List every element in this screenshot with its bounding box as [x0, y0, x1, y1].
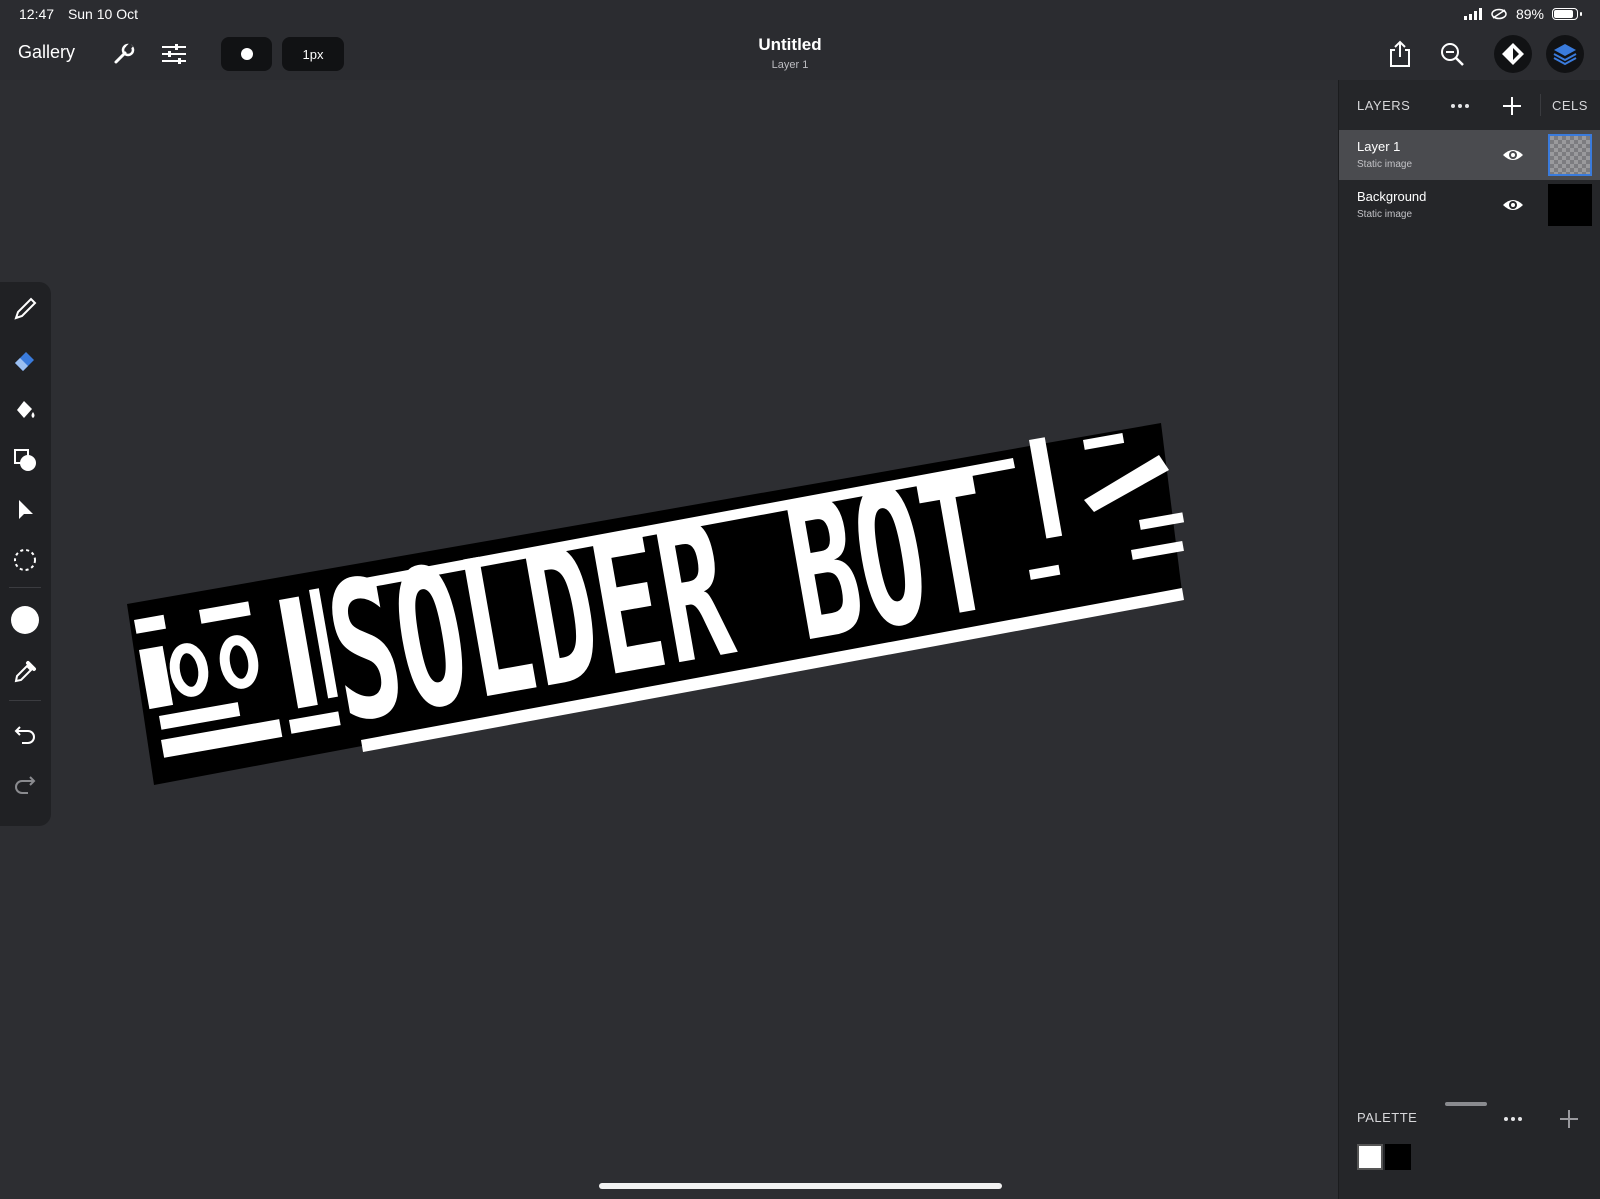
pencil-icon	[14, 297, 37, 320]
eyedropper-icon	[14, 661, 36, 683]
visibility-eye-icon[interactable]	[1502, 195, 1524, 215]
rail-divider	[9, 700, 41, 701]
document-title[interactable]: Untitled	[0, 35, 1580, 55]
shapes-tool[interactable]	[7, 442, 43, 478]
rail-divider	[9, 587, 41, 588]
layers-more-button[interactable]	[1448, 96, 1472, 116]
home-indicator[interactable]	[599, 1183, 1002, 1189]
status-right: 89%	[1463, 6, 1582, 22]
pencil-tool[interactable]	[7, 291, 43, 327]
undo-icon	[14, 726, 35, 744]
diamond-icon	[1502, 43, 1524, 65]
paint-bucket-icon	[17, 401, 35, 418]
battery-percent: 89%	[1515, 6, 1544, 22]
selection-tool[interactable]	[7, 542, 43, 578]
shapes-icon	[14, 449, 36, 471]
cursor-arrow-icon	[19, 500, 33, 519]
status-left: 12:47 Sun 10 Oct	[19, 6, 148, 22]
tool-rail	[0, 282, 51, 826]
layer-row[interactable]: Layer 1 Static image	[1339, 130, 1600, 180]
add-layer-icon[interactable]	[1500, 94, 1524, 118]
color-picker-button[interactable]	[7, 602, 43, 638]
eraser-icon	[15, 352, 34, 371]
layers-panel: LAYERS CELS Layer 1 Static image Backgro…	[1338, 80, 1600, 1199]
transform-button[interactable]	[1494, 35, 1532, 73]
share-icon[interactable]	[1386, 40, 1414, 68]
cels-tab[interactable]: CELS	[1552, 98, 1588, 113]
layer-name: Background	[1357, 189, 1427, 204]
zoom-out-icon[interactable]	[1438, 40, 1466, 68]
layer-name: Layer 1	[1357, 139, 1401, 154]
undo-button[interactable]	[7, 714, 43, 750]
document-subtitle: Layer 1	[771, 59, 809, 71]
eyedropper-tool[interactable]	[7, 654, 43, 690]
signal-icon	[1463, 8, 1482, 20]
fill-tool[interactable]	[7, 392, 43, 428]
layers-header: LAYERS	[1357, 98, 1411, 113]
layer-type: Static image	[1357, 209, 1413, 220]
layer-thumbnail[interactable]	[1548, 184, 1592, 226]
layer-thumbnail[interactable]	[1548, 134, 1592, 176]
palette-swatch-white[interactable]	[1357, 1144, 1383, 1170]
redo-icon	[15, 776, 36, 794]
panel-resize-handle[interactable]	[1445, 1102, 1487, 1106]
visibility-eye-icon[interactable]	[1502, 145, 1524, 165]
layers-icon	[1553, 44, 1577, 66]
layer-type: Static image	[1357, 159, 1413, 170]
header-divider	[1540, 94, 1541, 116]
battery-icon	[1552, 8, 1582, 20]
redo-button[interactable]	[7, 764, 43, 800]
artwork[interactable]: SOLDER BOT	[0, 80, 1338, 1199]
palette-header: PALETTE	[1357, 1110, 1418, 1125]
eraser-tool[interactable]	[7, 342, 43, 378]
layers-button[interactable]	[1546, 35, 1584, 73]
move-tool[interactable]	[7, 492, 43, 528]
status-date: Sun 10 Oct	[67, 6, 138, 22]
status-bar: 12:47 Sun 10 Oct 89%	[0, 0, 1600, 28]
pencil-connection-icon	[1491, 8, 1507, 20]
status-time: 12:47	[19, 6, 55, 22]
artwork-text: SOLDER BOT	[314, 432, 1009, 766]
canvas-area[interactable]: SOLDER BOT	[0, 80, 1338, 1199]
current-color-icon	[11, 606, 39, 634]
battery-fill	[1554, 10, 1573, 18]
lasso-select-icon	[14, 549, 36, 571]
palette-swatch-black[interactable]	[1385, 1144, 1411, 1170]
palette-more-button[interactable]	[1501, 1109, 1525, 1129]
top-toolbar: Gallery 1px Untitled Layer 1	[0, 28, 1600, 80]
add-color-icon[interactable]	[1557, 1107, 1581, 1131]
layer-row[interactable]: Background Static image	[1339, 180, 1600, 230]
